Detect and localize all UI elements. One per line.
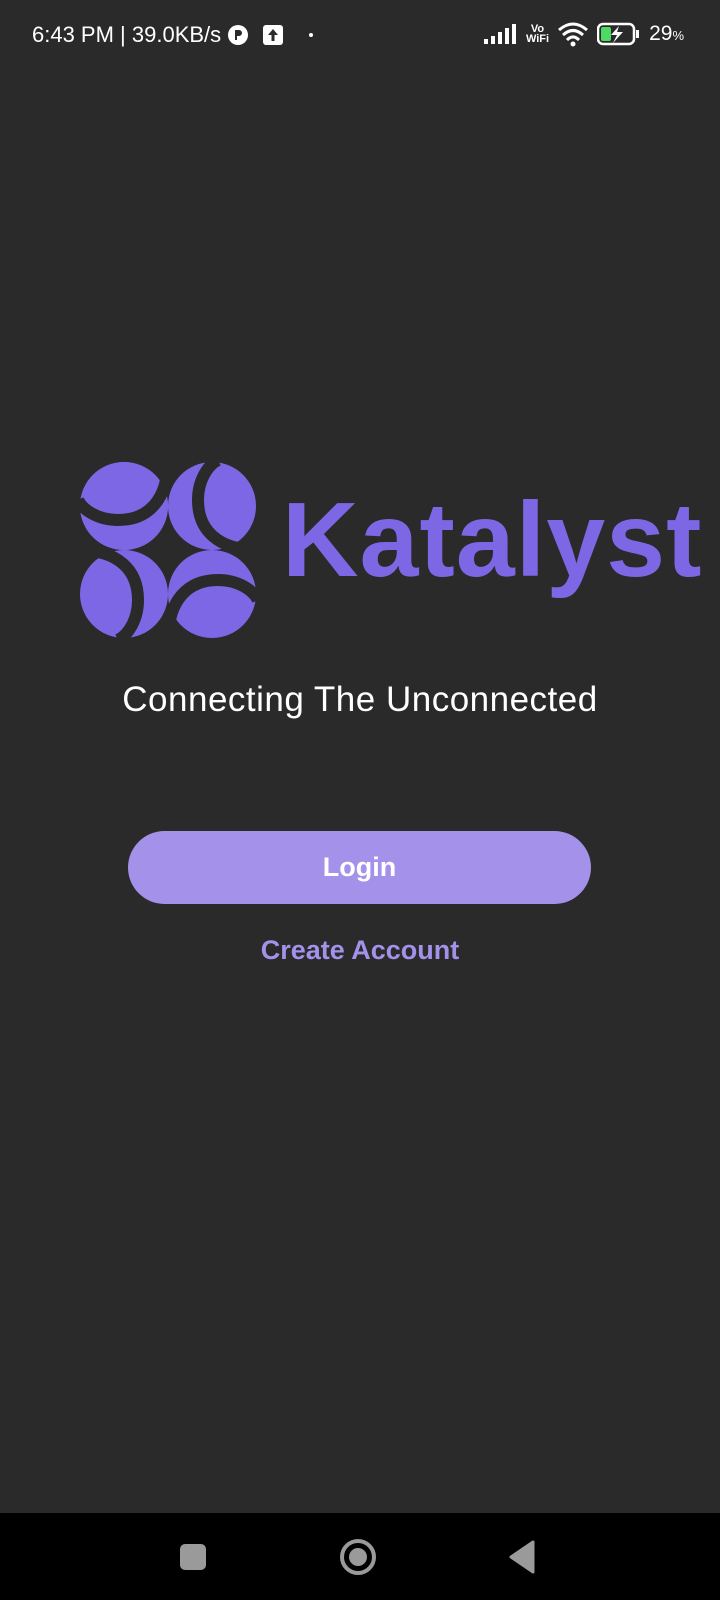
status-left: 6:43 PM | 39.0KB/s [32,20,314,50]
battery-charging-icon [597,22,641,46]
navigation-bar [0,1513,720,1600]
status-dot [309,33,314,37]
vowifi-indicator: Vo WiFi [525,24,550,45]
back-button[interactable] [482,1513,562,1600]
katalyst-logo: Katalyst [78,460,701,640]
katalyst-logo-mark-icon [78,460,258,640]
login-button[interactable]: Login [128,831,591,904]
back-triangle-icon [509,1540,535,1573]
wifi-icon [557,21,589,47]
brand-name: Katalyst [282,481,703,599]
tagline: Connecting The Unconnected [122,680,598,719]
battery-percent: 29% [649,22,684,45]
upload-icon [263,25,284,45]
signal-icon [483,24,518,44]
app-notification-icon [227,24,249,46]
status-bar: 6:43 PM | 39.0KB/s Vo WiFi 29% [0,0,720,70]
create-account-link[interactable]: Create Account [0,935,720,966]
status-time-speed: 6:43 PM | 39.0KB/s [32,22,222,47]
home-circle-icon [340,1538,376,1575]
recents-button[interactable] [153,1513,233,1600]
status-right: Vo WiFi 29% [483,18,684,50]
recents-square-icon [180,1543,206,1570]
home-button[interactable] [318,1513,398,1600]
wifi-label: WiFi [525,33,550,45]
